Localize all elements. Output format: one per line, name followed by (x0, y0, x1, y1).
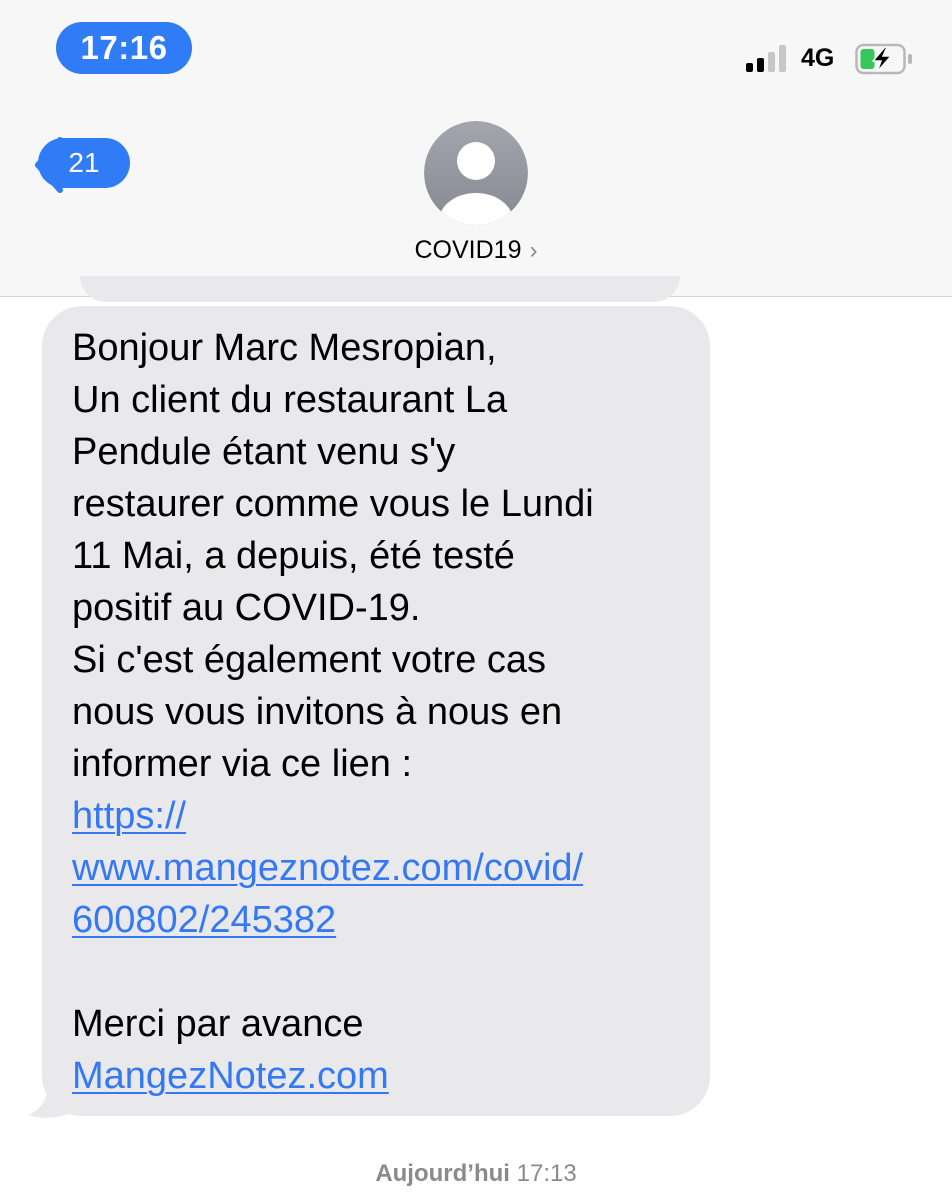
unread-count-badge[interactable]: 21 (38, 138, 130, 188)
signal-bar (757, 58, 764, 72)
contact-name: COVID19 (414, 236, 522, 264)
chevron-right-icon: › (529, 236, 538, 264)
bubble-tail (28, 1078, 72, 1118)
contact-name-button[interactable]: COVID19 › (380, 236, 572, 265)
signal-bar (779, 45, 786, 72)
timestamp-time: 17:13 (516, 1160, 577, 1187)
message-line: Pendule étant venu s'y (72, 431, 456, 473)
timestamp-day: Aujourd’hui (375, 1160, 510, 1187)
message-line: restaurer comme vous le Lundi (72, 483, 594, 525)
signal-bar (768, 52, 775, 72)
network-type: 4G (801, 44, 835, 72)
closing-line: Merci par avance (72, 1003, 364, 1045)
message-line: Un client du restaurant La (72, 379, 508, 421)
covid-link[interactable]: https:// (72, 795, 186, 837)
message-line: informer via ce lien : (72, 743, 413, 785)
message-line: 11 Mai, a depuis, été testé (72, 535, 515, 577)
previous-message-bubble (80, 276, 680, 302)
covid-link[interactable]: www.mangeznotez.com/covid/ (72, 847, 583, 889)
message-text: Bonjour Marc Mesropian, Un client du res… (72, 322, 692, 1102)
messages-screen: 17:16 4G 21 COVID19 › Bonjour Marc Mesro… (0, 0, 952, 1200)
signal-bar (746, 63, 753, 72)
message-line: Si c'est également votre cas (72, 639, 547, 681)
person-icon[interactable] (424, 121, 528, 225)
message-timestamp: Aujourd’hui 17:13 (0, 1160, 952, 1188)
signature-link[interactable]: MangezNotez.com (72, 1055, 389, 1097)
covid-link[interactable]: 600802/245382 (72, 899, 336, 941)
covid-link-line: https:// (72, 790, 692, 842)
covid-link-line: www.mangeznotez.com/covid/ (72, 842, 692, 894)
signature-line: MangezNotez.com (72, 1050, 692, 1102)
message-line: Bonjour Marc Mesropian, (72, 327, 497, 369)
message-line: nous vous invitons à nous en (72, 691, 563, 733)
conversation-header: 17:16 4G 21 COVID19 › (0, 0, 952, 297)
signal-strength-icon (746, 44, 790, 72)
status-time[interactable]: 17:16 (56, 22, 192, 74)
message-line: positif au COVID-19. (72, 587, 421, 629)
battery-charging-icon (855, 43, 912, 75)
covid-link-line: 600802/245382 (72, 894, 692, 946)
